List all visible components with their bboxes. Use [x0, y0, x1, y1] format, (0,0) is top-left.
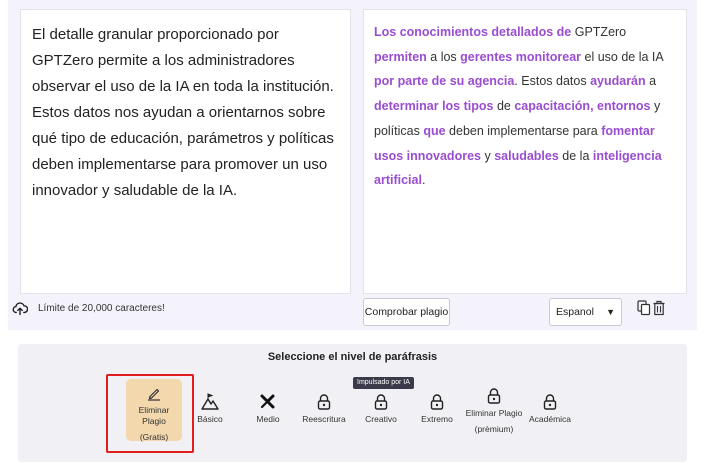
unchanged-phrase: . Estos datos [514, 74, 591, 89]
ai-powered-badge: Impulsado por IA [353, 377, 414, 389]
unchanged-phrase: a los [426, 49, 461, 64]
level-label: Reescritura [302, 414, 346, 424]
level-creative[interactable]: Creativo [363, 393, 399, 425]
output-text: Los conocimientos detallados de GPTZero … [374, 20, 678, 193]
mountain-flag-icon [201, 393, 219, 410]
editor-area: El detalle granular proporcionado por GP… [8, 0, 697, 330]
level-extreme[interactable]: Extremo [419, 393, 455, 425]
output-pane: Los conocimientos detallados de GPTZero … [363, 9, 687, 294]
unchanged-phrase: y [480, 148, 495, 163]
level-label: Extremo [421, 414, 453, 424]
level-basic[interactable]: Básico [196, 393, 224, 425]
changed-phrase: Los conocimientos detallados de [374, 25, 572, 39]
paraphrase-level-panel: Seleccione el nivel de paráfrasis Impuls… [18, 344, 687, 462]
input-text[interactable]: El detalle granular proporcionado por GP… [32, 22, 342, 204]
level-label: Creativo [365, 414, 397, 424]
unchanged-phrase: GPTZero [571, 25, 627, 39]
upload-cloud-icon[interactable] [12, 300, 28, 316]
level-sublabel: (prèmium) [474, 424, 514, 434]
level-remove-plagiarism-premium[interactable]: Eliminar Plagio (prèmium) [464, 387, 524, 435]
char-limit-label: Límite de 20,000 caracteres! [38, 302, 165, 314]
lock-icon [430, 394, 444, 410]
check-plagiarism-button[interactable]: Comprobar plagio [363, 298, 450, 326]
unchanged-phrase: de la [558, 148, 593, 163]
chevron-down-icon: ▼ [606, 307, 615, 317]
lock-icon [374, 394, 388, 410]
level-remove-plagiarism-free[interactable]: Eliminar Plagio (Gratis) [126, 379, 182, 442]
unchanged-phrase: deben implementarse para [445, 123, 602, 138]
copy-icon[interactable] [637, 300, 651, 316]
level-label: Eliminar Plagio [465, 408, 523, 418]
changed-phrase: ayudarán [590, 74, 646, 89]
level-sublabel: (Gratis) [139, 432, 169, 442]
level-academic[interactable]: Académica [528, 393, 572, 425]
changed-phrase: determinar los tipos [374, 99, 494, 114]
level-label: Medio [256, 414, 280, 424]
pen-icon [148, 388, 160, 401]
lock-icon [543, 394, 557, 410]
lock-icon [317, 394, 331, 410]
level-rewrite[interactable]: Reescritura [301, 393, 347, 425]
changed-phrase: permiten [374, 49, 427, 64]
char-limit-row: Límite de 20,000 caracteres! [12, 300, 165, 316]
language-selected: Espanol [556, 306, 594, 318]
unchanged-phrase: a [645, 74, 657, 89]
changed-phrase: capacitación, entornos [514, 99, 651, 114]
brush-icon [260, 394, 275, 409]
input-pane[interactable]: El detalle granular proporcionado por GP… [20, 9, 351, 294]
level-medium[interactable]: Medio [254, 393, 282, 425]
unchanged-phrase: . [421, 173, 426, 188]
language-select[interactable]: Espanol ▼ [549, 298, 622, 326]
unchanged-phrase: el uso de la IA [581, 49, 664, 64]
changed-phrase: que [423, 123, 446, 138]
changed-phrase: por parte de su agencia [374, 74, 515, 89]
changed-phrase: saludables [494, 148, 559, 163]
lock-icon [487, 388, 501, 404]
changed-phrase: gerentes monitorear [460, 49, 582, 64]
level-panel-title: Seleccione el nivel de paráfrasis [267, 351, 438, 363]
trash-icon[interactable] [652, 300, 666, 316]
level-label: Eliminar Plagio [138, 405, 170, 426]
level-label: Académica [528, 414, 572, 424]
level-label: Básico [197, 414, 223, 424]
unchanged-phrase: de [493, 99, 515, 114]
